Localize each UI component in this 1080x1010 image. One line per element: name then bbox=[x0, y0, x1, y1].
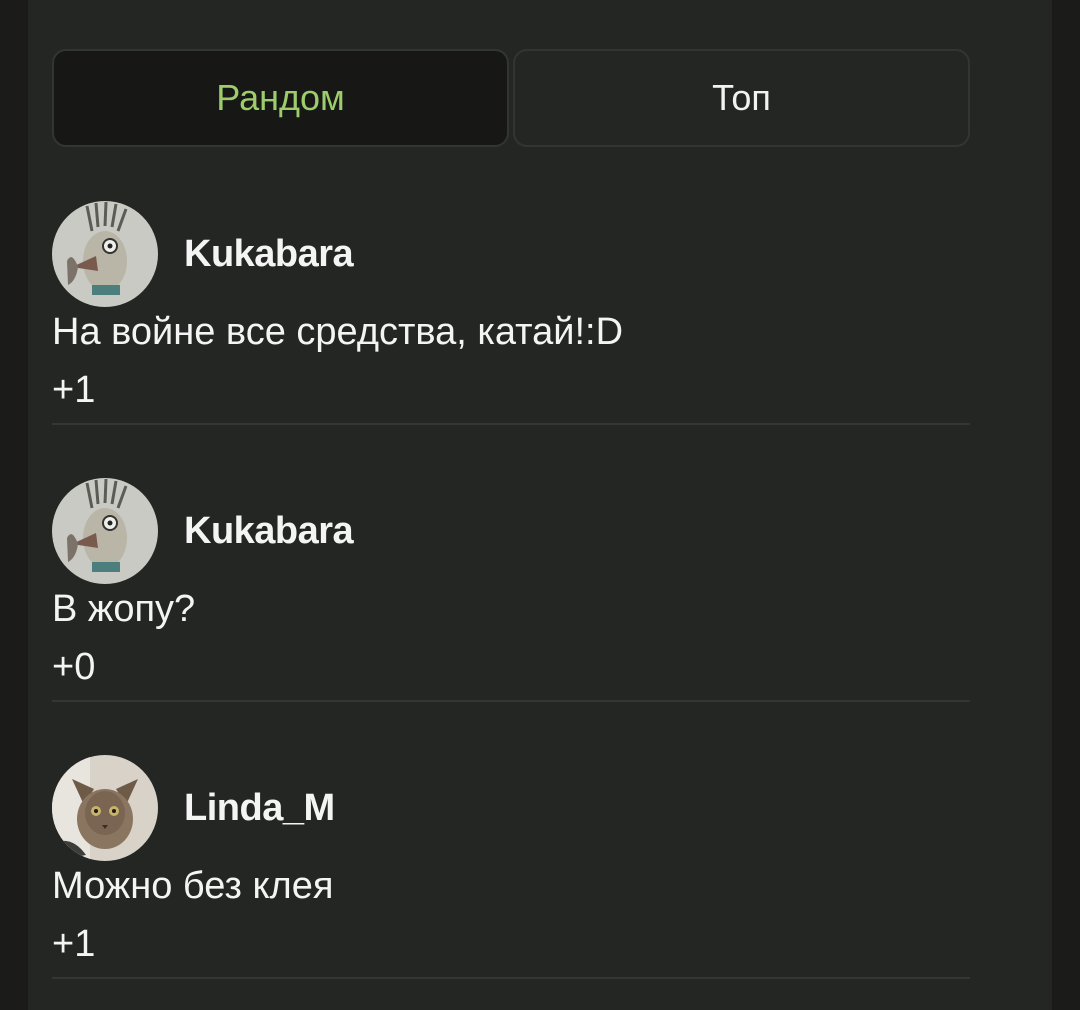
tab-random[interactable]: Рандом bbox=[52, 49, 509, 147]
comment-score: +0 bbox=[52, 646, 96, 688]
comment-text: Можно без клея bbox=[52, 865, 334, 907]
comment-score: +1 bbox=[52, 923, 96, 965]
tab-top[interactable]: Топ bbox=[513, 49, 970, 147]
comment-score: +1 bbox=[52, 369, 96, 411]
page: Рандом Топ Kukabara На войне все средств… bbox=[0, 0, 1080, 1010]
comment-item: Kukabara На войне все средства, катай!:D… bbox=[52, 199, 970, 425]
comment-text: В жопу? bbox=[52, 588, 196, 630]
comment-text: На войне все средства, катай!:D bbox=[52, 311, 624, 353]
cat-avatar[interactable] bbox=[52, 755, 158, 861]
comment-item: Kukabara В жопу? +0 bbox=[52, 476, 970, 702]
bird-avatar[interactable] bbox=[52, 201, 158, 307]
bird-avatar[interactable] bbox=[52, 478, 158, 584]
sort-tabs: Рандом Топ bbox=[52, 49, 970, 147]
comment-username[interactable]: Kukabara bbox=[184, 233, 354, 276]
comment-username[interactable]: Kukabara bbox=[184, 510, 354, 553]
comment-username[interactable]: Linda_M bbox=[184, 787, 335, 830]
comment-item: Linda_M Можно без клея +1 bbox=[52, 753, 970, 979]
